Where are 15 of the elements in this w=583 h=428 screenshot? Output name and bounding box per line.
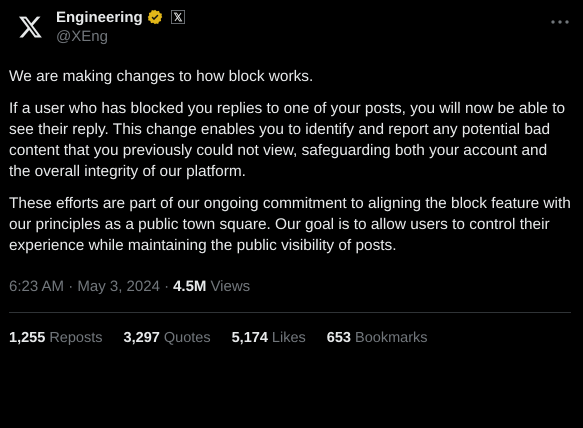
stat-link[interactable]: 1,255 Reposts: [9, 330, 103, 346]
more-icon[interactable]: [551, 20, 569, 24]
x-logo-avatar[interactable]: [18, 14, 43, 39]
views-label: Views: [210, 278, 250, 295]
author-handle[interactable]: @XEng: [56, 28, 185, 45]
views-count: 4.5M: [173, 278, 206, 295]
post-paragraph: We are making changes to how block works.: [9, 67, 314, 87]
stat-link[interactable]: 5,174 Likes: [232, 330, 306, 346]
stat-link[interactable]: 3,297 Quotes: [124, 330, 211, 346]
post-paragraph: If a user who has blocked you replies to one of your posts, you will now be able to see their reply. This change enables you to identify and report any potential bad content that you previously could not view, safeguarding both your account and the overall integrity of our platform.: [9, 99, 566, 182]
author-name[interactable]: Engineering: [56, 8, 143, 26]
affiliate-x-icon[interactable]: [170, 10, 185, 24]
stat-link[interactable]: 653 Bookmarks: [326, 330, 428, 346]
post-timestamp[interactable]: 6:23 AM · May 3, 2024 ·: [9, 278, 170, 295]
post-paragraph: These efforts are part of our ongoing commitment to aligning the block feature with our principles as a public town square. Our goal is to allow users to control their experience while maintaining the public visibility of posts.: [9, 194, 572, 256]
